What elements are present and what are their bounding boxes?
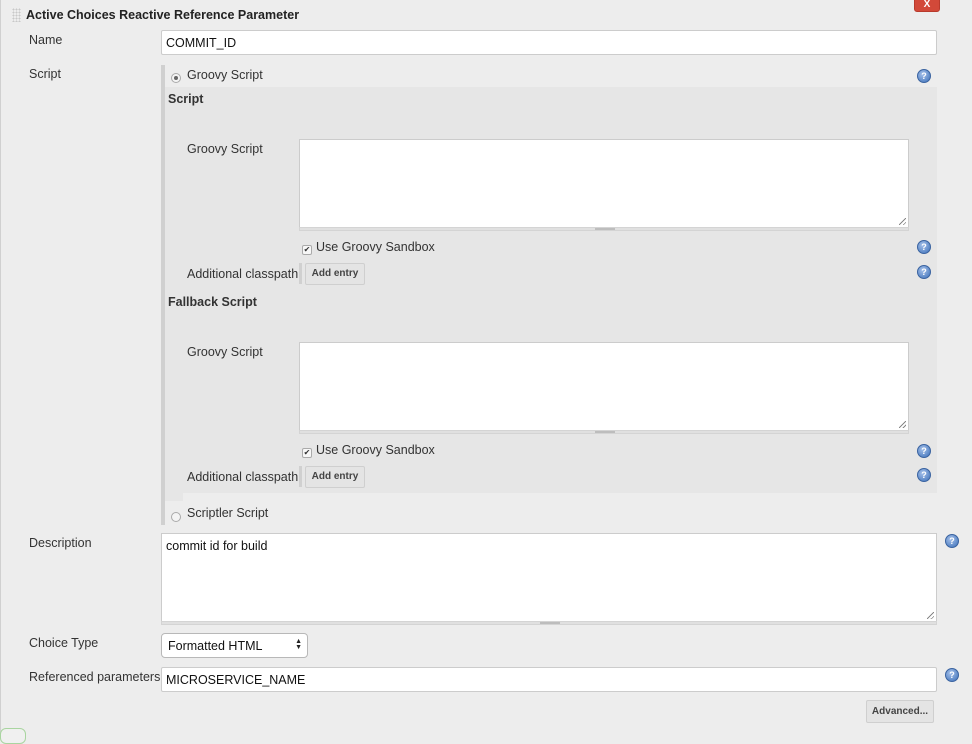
textarea-resize-bar[interactable] — [299, 430, 909, 434]
name-label: Name — [29, 33, 63, 47]
resize-grip-icon[interactable] — [899, 218, 906, 225]
name-input[interactable]: COMMIT_ID — [161, 30, 937, 55]
fallback-groovy-script-textarea[interactable] — [299, 342, 909, 431]
advanced-button[interactable]: Advanced... — [866, 700, 934, 723]
help-icon[interactable]: ? — [945, 534, 959, 548]
use-groovy-sandbox-checkbox[interactable]: ✔ — [302, 245, 312, 255]
add-entry-button[interactable]: Add entry — [305, 263, 365, 285]
additional-classpath-label: Additional classpath — [187, 267, 299, 281]
fallback-use-groovy-sandbox-checkbox[interactable]: ✔ — [302, 448, 312, 458]
choice-type-select[interactable]: Formatted HTML ▲ ▼ — [161, 633, 308, 658]
help-icon[interactable]: ? — [917, 468, 931, 482]
script-section-title: Script — [168, 92, 204, 106]
fallback-groovy-script-label: Groovy Script — [187, 345, 263, 359]
choice-type-label: Choice Type — [29, 636, 99, 650]
fallback-script-section-title: Fallback Script — [168, 295, 257, 309]
description-textarea[interactable]: commit id for build — [161, 533, 937, 622]
help-icon[interactable]: ? — [917, 265, 931, 279]
use-groovy-sandbox-label: Use Groovy Sandbox — [316, 240, 435, 254]
resize-grip-icon[interactable] — [927, 612, 934, 619]
referenced-parameters-input[interactable]: MICROSERVICE_NAME — [161, 667, 937, 692]
groovy-script-label: Groovy Script — [187, 142, 263, 156]
groovy-script-option-label: Groovy Script — [187, 68, 263, 82]
help-icon[interactable]: ? — [945, 668, 959, 682]
resize-grip-icon[interactable] — [899, 421, 906, 428]
delete-parameter-button[interactable]: X — [914, 0, 940, 12]
description-text: commit id for build — [166, 539, 268, 553]
groovy-script-textarea[interactable] — [299, 139, 909, 228]
parameter-title: Active Choices Reactive Reference Parame… — [26, 8, 300, 22]
help-icon[interactable]: ? — [917, 69, 931, 83]
scriptler-script-radio[interactable] — [171, 512, 181, 522]
choice-type-selected: Formatted HTML — [168, 638, 263, 653]
scriptler-script-option-label: Scriptler Script — [187, 506, 269, 520]
textarea-resize-bar[interactable] — [161, 621, 937, 625]
drag-handle-icon[interactable] — [12, 8, 21, 22]
help-icon[interactable]: ? — [917, 444, 931, 458]
parameter-header: Active Choices Reactive Reference Parame… — [12, 6, 299, 24]
fallback-add-entry-button[interactable]: Add entry — [305, 466, 365, 488]
fallback-additional-classpath-label: Additional classpath — [187, 470, 299, 484]
groovy-script-radio[interactable] — [171, 73, 181, 83]
help-icon[interactable]: ? — [917, 240, 931, 254]
left-border — [0, 0, 1, 735]
select-arrows-icon: ▲ ▼ — [295, 638, 302, 651]
partial-tab — [0, 728, 26, 744]
referenced-parameters-label: Referenced parameters — [29, 670, 161, 684]
textarea-resize-bar[interactable] — [299, 227, 909, 231]
description-label: Description — [29, 536, 92, 550]
fallback-use-groovy-sandbox-label: Use Groovy Sandbox — [316, 443, 435, 457]
script-label: Script — [29, 67, 61, 81]
